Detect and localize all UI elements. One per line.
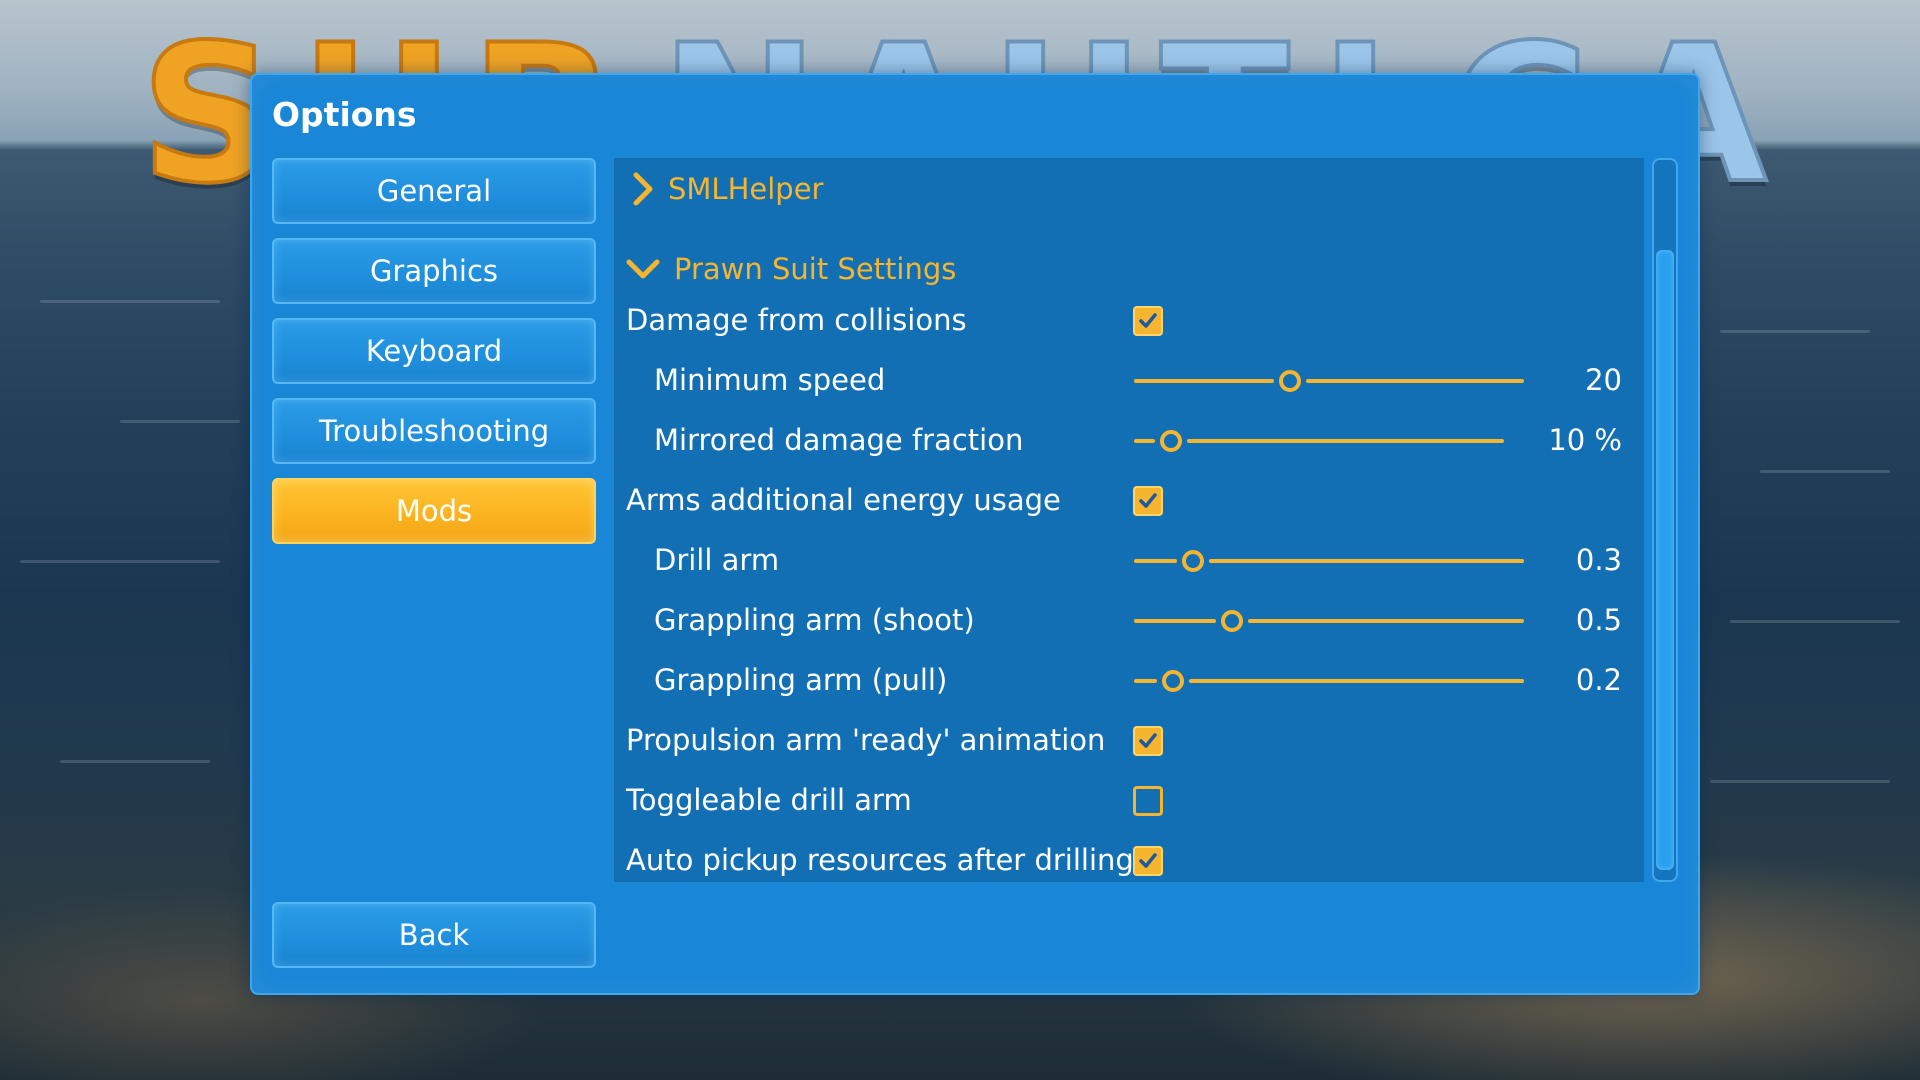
- checkmark-icon: [1139, 313, 1157, 328]
- setting-label: Arms additional energy usage: [626, 483, 1061, 517]
- slider-value: 20: [1585, 363, 1622, 397]
- slider-track: [1134, 679, 1157, 683]
- checkmark-icon: [1139, 733, 1157, 748]
- slider-track: [1189, 679, 1524, 683]
- slider-handle[interactable]: [1221, 610, 1243, 632]
- minimum-speed-slider[interactable]: [1134, 366, 1524, 396]
- slider-handle[interactable]: [1160, 430, 1182, 452]
- slider-value: 0.3: [1575, 543, 1622, 577]
- nav-button-general[interactable]: General: [272, 158, 596, 224]
- auto-pickup-checkbox[interactable]: [1133, 846, 1163, 876]
- toggleable-drill-checkbox[interactable]: [1133, 786, 1163, 816]
- slider-track: [1134, 559, 1177, 563]
- section-header-prawn-suit[interactable]: Prawn Suit Settings: [626, 244, 956, 294]
- section-title: Prawn Suit Settings: [674, 252, 957, 286]
- slider-handle[interactable]: [1279, 370, 1301, 392]
- back-button[interactable]: Back: [272, 902, 596, 968]
- propulsion-animation-checkbox[interactable]: [1133, 726, 1163, 756]
- scrollbar-thumb[interactable]: [1656, 250, 1674, 870]
- slider-track: [1134, 439, 1155, 443]
- nav-button-mods[interactable]: Mods: [272, 478, 596, 544]
- scrollbar[interactable]: [1652, 158, 1678, 882]
- arms-energy-checkbox[interactable]: [1133, 486, 1163, 516]
- setting-label: Propulsion arm 'ready' animation: [626, 723, 1106, 757]
- slider-handle[interactable]: [1162, 670, 1184, 692]
- slider-handle[interactable]: [1182, 550, 1204, 572]
- section-title: SMLHelper: [668, 172, 824, 206]
- slider-value: 0.5: [1575, 603, 1622, 637]
- setting-label: Mirrored damage fraction: [654, 423, 1024, 457]
- panel-title: Options: [272, 95, 417, 134]
- ocean-background: S U B N A U T I C A Options General Grap…: [0, 0, 1920, 1080]
- grappling-shoot-slider[interactable]: [1134, 606, 1524, 636]
- setting-label: Minimum speed: [654, 363, 886, 397]
- nav-button-troubleshooting[interactable]: Troubleshooting: [272, 398, 596, 464]
- chevron-down-icon: [626, 259, 660, 279]
- checkmark-icon: [1139, 493, 1157, 508]
- slider-track: [1248, 619, 1524, 623]
- setting-label: Drill arm: [654, 543, 780, 577]
- mod-options-list: SMLHelper Prawn Suit Settings Damage fro…: [614, 158, 1644, 882]
- setting-label: Damage from collisions: [626, 303, 967, 337]
- grappling-pull-slider[interactable]: [1134, 666, 1524, 696]
- slider-track: [1134, 619, 1216, 623]
- slider-track: [1209, 559, 1524, 563]
- slider-value: 0.2: [1575, 663, 1622, 697]
- options-panel: Options General Graphics Keyboard Troubl…: [250, 73, 1700, 995]
- slider-value: 10 %: [1548, 423, 1622, 457]
- chevron-right-icon: [633, 172, 653, 206]
- slider-track: [1306, 379, 1524, 383]
- setting-label: Toggleable drill arm: [626, 783, 912, 817]
- damage-collisions-checkbox[interactable]: [1133, 306, 1163, 336]
- setting-label: Auto pickup resources after drilling: [626, 843, 1134, 877]
- nav-button-graphics[interactable]: Graphics: [272, 238, 596, 304]
- slider-track: [1187, 439, 1504, 443]
- nav-button-keyboard[interactable]: Keyboard: [272, 318, 596, 384]
- mirrored-damage-slider[interactable]: [1134, 426, 1504, 456]
- drill-arm-slider[interactable]: [1134, 546, 1524, 576]
- section-header-smlhelper[interactable]: SMLHelper: [632, 164, 823, 214]
- slider-track: [1134, 379, 1274, 383]
- setting-label: Grappling arm (pull): [654, 663, 948, 697]
- setting-label: Grappling arm (shoot): [654, 603, 975, 637]
- checkmark-icon: [1139, 853, 1157, 868]
